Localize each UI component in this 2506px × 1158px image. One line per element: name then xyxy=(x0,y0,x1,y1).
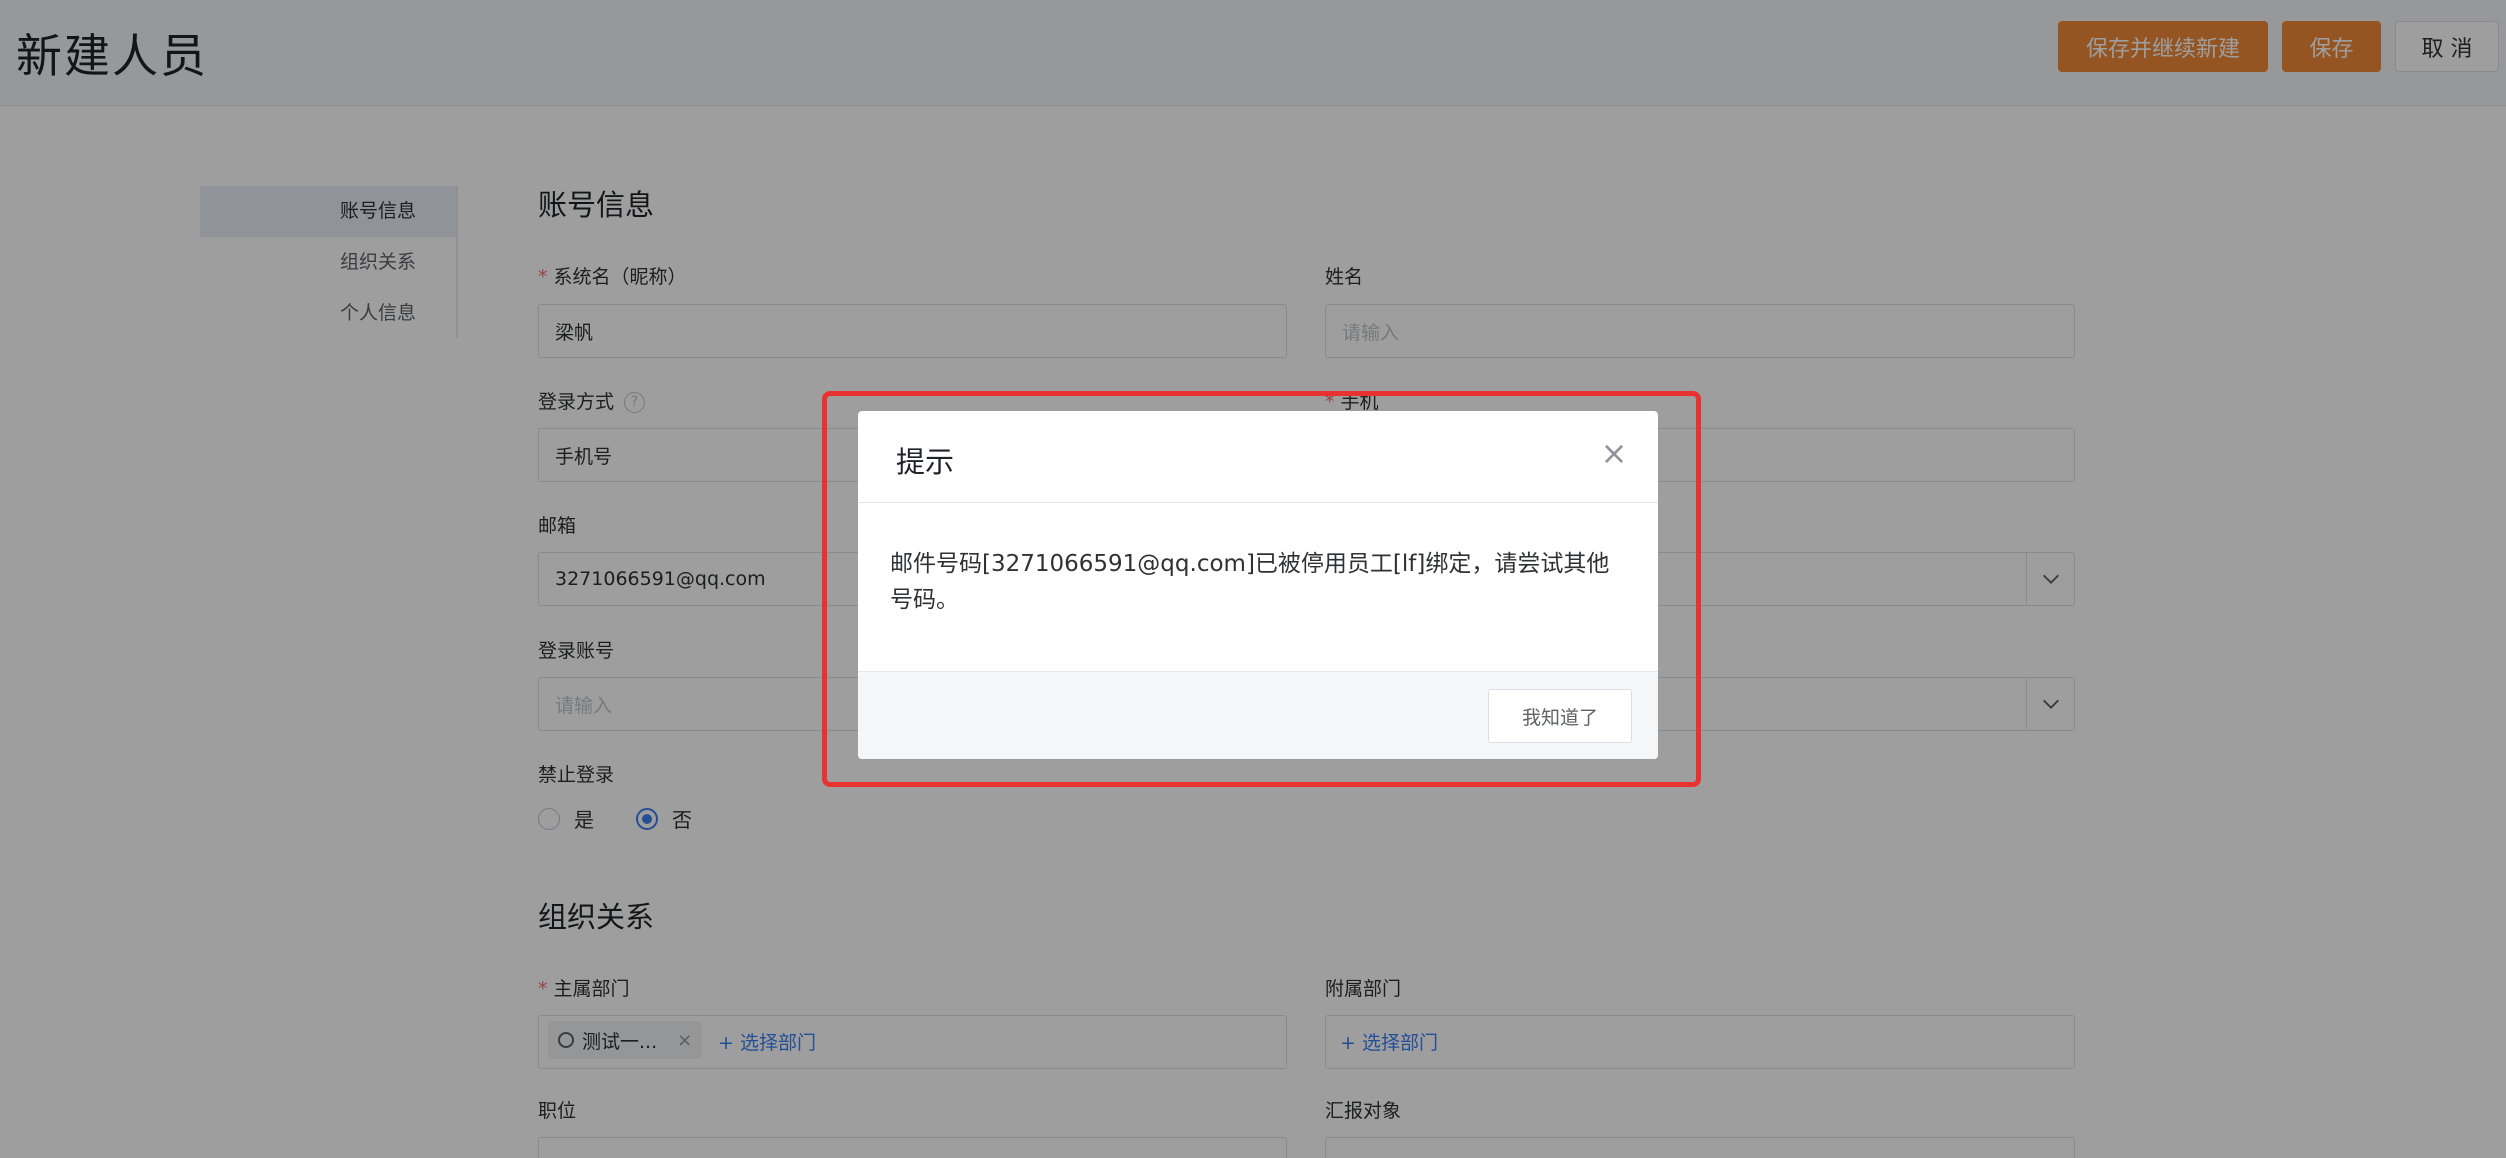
highlight-box xyxy=(822,391,1701,787)
